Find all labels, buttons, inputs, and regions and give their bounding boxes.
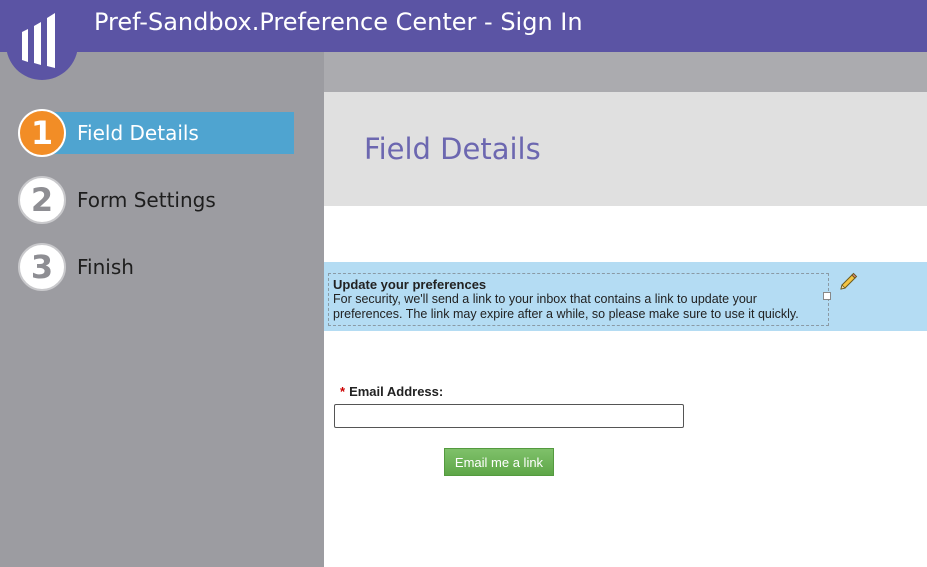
page-title-panel: Field Details bbox=[324, 92, 927, 206]
richtext-heading: Update your preferences bbox=[333, 277, 487, 292]
email-field-label: * Email Address: bbox=[340, 384, 443, 399]
richtext-block[interactable]: Update your preferences For security, we… bbox=[328, 273, 829, 326]
top-toolbar-strip bbox=[324, 52, 927, 92]
email-me-link-button[interactable]: Email me a link bbox=[444, 448, 554, 476]
email-field[interactable] bbox=[334, 404, 684, 428]
step-number-badge: 1 bbox=[18, 109, 66, 157]
email-label-text: Email Address: bbox=[349, 384, 444, 399]
step-number-badge: 2 bbox=[18, 176, 66, 224]
wizard-step-finish[interactable]: 3 Finish bbox=[18, 243, 294, 291]
richtext-body: For security, we'll send a link to your … bbox=[333, 292, 799, 321]
step-number-badge: 3 bbox=[18, 243, 66, 291]
step-label: Form Settings bbox=[77, 188, 216, 212]
step-label: Finish bbox=[77, 255, 134, 279]
marketo-logo-icon[interactable] bbox=[6, 0, 78, 80]
wizard-step-field-details[interactable]: 1 Field Details bbox=[18, 109, 294, 157]
page-header-title: Pref-Sandbox.Preference Center - Sign In bbox=[94, 8, 583, 36]
wizard-step-form-settings[interactable]: 2 Form Settings bbox=[18, 176, 294, 224]
step-label: Field Details bbox=[77, 121, 199, 145]
page-title: Field Details bbox=[364, 132, 541, 166]
required-marker: * bbox=[340, 384, 346, 399]
app-header: Pref-Sandbox.Preference Center - Sign In bbox=[0, 0, 927, 52]
pencil-edit-icon[interactable] bbox=[838, 272, 858, 292]
richtext-field-row: Update your preferences For security, we… bbox=[324, 262, 927, 331]
wizard-sidebar: 1 Field Details 2 Form Settings 3 Finish bbox=[0, 52, 324, 567]
resize-handle[interactable] bbox=[823, 292, 831, 300]
